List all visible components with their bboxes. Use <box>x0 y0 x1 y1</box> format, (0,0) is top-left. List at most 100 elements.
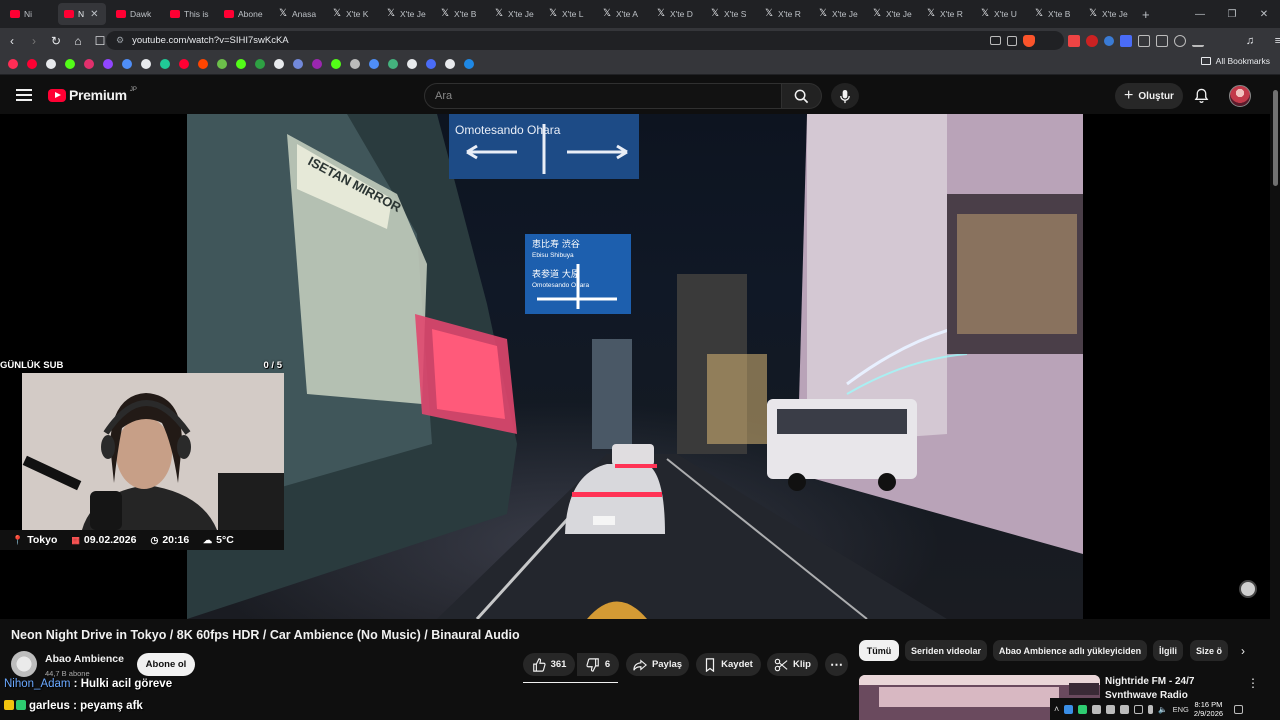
like-button[interactable]: 361 <box>523 653 575 676</box>
bookmark-favicon[interactable] <box>8 58 18 69</box>
filter-chip[interactable]: Seriden videolar <box>905 640 987 661</box>
link-icon[interactable] <box>1174 34 1186 47</box>
filter-chip[interactable]: İlgili <box>1153 640 1183 661</box>
back-button[interactable]: ‹ <box>2 31 22 51</box>
bookmark-favicon[interactable] <box>464 58 474 69</box>
bookmark-favicon[interactable] <box>122 58 132 69</box>
url-field[interactable]: ⚙ youtube.com/watch?v=SIHI7swKcKA <box>106 31 1064 50</box>
bookmark-favicon[interactable] <box>407 58 417 69</box>
menu-icon[interactable]: ≡ <box>1268 31 1280 51</box>
browser-tab[interactable]: 𝕏 X'te S <box>704 3 754 25</box>
create-button[interactable]: + Oluştur <box>1115 83 1183 109</box>
notification-center-icon[interactable] <box>1234 704 1244 714</box>
volume-icon[interactable]: 🔈 <box>1158 705 1167 714</box>
filter-chip[interactable]: Size ö <box>1190 640 1228 661</box>
download-icon[interactable] <box>1192 35 1204 47</box>
search-button[interactable] <box>782 83 822 109</box>
bookmark-favicon[interactable] <box>217 58 227 69</box>
assistant-bubble-icon[interactable] <box>1239 580 1257 598</box>
browser-tab[interactable]: 𝕏 X'te R <box>758 3 808 25</box>
browser-tab[interactable]: 𝕏 X'te B <box>1028 3 1078 25</box>
voice-search-button[interactable] <box>831 83 859 109</box>
microphone-tray-icon[interactable] <box>1148 704 1154 714</box>
browser-tab[interactable]: Ni <box>4 3 54 25</box>
sidebar-icon[interactable] <box>1156 34 1168 47</box>
bookmark-favicon[interactable] <box>179 58 189 69</box>
bookmark-favicon[interactable] <box>103 58 113 69</box>
filter-chip[interactable]: Tümü <box>859 640 899 661</box>
clock[interactable]: 8:16 PM 2/9/2026 <box>1194 700 1223 718</box>
more-actions-button[interactable]: ⋯ <box>825 653 848 676</box>
bookmark-favicon[interactable] <box>160 58 170 69</box>
home-button[interactable]: ⌂ <box>68 31 88 51</box>
browser-tab[interactable]: 𝕏 X'te A <box>596 3 646 25</box>
dislike-button[interactable]: 6 <box>577 653 619 676</box>
bookmark-favicon[interactable] <box>312 58 322 69</box>
tray-icon[interactable] <box>1078 704 1088 714</box>
browser-tab[interactable]: 𝕏 X'te U <box>974 3 1024 25</box>
bookmark-favicon[interactable] <box>255 58 265 69</box>
chevron-up-icon[interactable]: ˄ <box>1054 704 1059 714</box>
bookmark-favicon[interactable] <box>198 58 208 69</box>
bookmark-favicon[interactable] <box>331 58 341 69</box>
browser-tab[interactable]: 𝕏 X'te L <box>542 3 592 25</box>
browser-tab[interactable]: 𝕏 X'te Je <box>380 3 430 25</box>
notifications-button[interactable] <box>1191 86 1211 106</box>
bookmark-favicon[interactable] <box>388 58 398 69</box>
browser-tab[interactable]: 𝕏 X'te D <box>650 3 700 25</box>
browser-tab[interactable]: 𝕏 X'te R <box>920 3 970 25</box>
video-frame[interactable]: ISETAN MIRROR Omotesando Ohara 恵比寿 渋谷 Eb… <box>187 114 1083 619</box>
browser-tab[interactable]: 𝕏 X'te Je <box>488 3 538 25</box>
scrollbar-thumb[interactable] <box>1273 90 1278 186</box>
bookmark-favicon[interactable] <box>350 58 360 69</box>
channel-avatar[interactable] <box>11 651 37 677</box>
guide-menu-icon[interactable] <box>16 87 32 103</box>
language-indicator[interactable]: ENG <box>1173 705 1189 714</box>
network-icon[interactable] <box>1134 704 1144 714</box>
channel-name[interactable]: Abao Ambience <box>45 653 124 665</box>
bookmark-favicon[interactable] <box>236 58 246 69</box>
browser-tab[interactable]: 𝕏 X'te Je <box>1082 3 1132 25</box>
bookmark-favicon[interactable] <box>445 58 455 69</box>
tray-icon[interactable] <box>1120 704 1130 714</box>
site-info-icon[interactable]: ⚙ <box>116 35 124 46</box>
extension-icon[interactable] <box>1120 34 1132 47</box>
browser-tab[interactable]: 𝕏 X'te Je <box>866 3 916 25</box>
puzzle-icon[interactable] <box>1138 34 1150 47</box>
close-tab-icon[interactable]: ✕ <box>90 9 98 20</box>
browser-tab[interactable]: 𝕏 X'te K <box>326 3 376 25</box>
bookmark-favicon[interactable] <box>84 58 94 69</box>
clip-button[interactable]: Klip <box>767 653 818 676</box>
reload-button[interactable]: ↻ <box>46 31 66 51</box>
minimize-button[interactable]: — <box>1184 0 1216 28</box>
browser-tab[interactable]: Dawk <box>110 3 160 25</box>
filter-chip[interactable]: Abao Ambience adlı yükleyiciden <box>993 640 1147 661</box>
tray-icon[interactable] <box>1064 704 1074 714</box>
youtube-premium-logo[interactable]: Premium JP <box>48 87 137 103</box>
new-tab-button[interactable]: + <box>1136 3 1156 25</box>
browser-tab[interactable]: N ✕ <box>58 3 106 25</box>
page-scrollbar[interactable] <box>1270 78 1280 720</box>
restore-button[interactable]: ❐ <box>1216 0 1248 28</box>
cast-icon[interactable] <box>990 36 1001 45</box>
extension-icon[interactable] <box>1086 34 1098 47</box>
browser-tab[interactable]: Abone <box>218 3 268 25</box>
bookmark-favicon[interactable] <box>46 58 56 69</box>
account-avatar[interactable] <box>1229 85 1251 107</box>
tray-icon[interactable] <box>1092 704 1102 714</box>
bookmark-favicon[interactable] <box>141 58 151 69</box>
more-vertical-icon[interactable]: ⋮ <box>1247 676 1259 690</box>
browser-tab[interactable]: 𝕏 X'te Je <box>812 3 862 25</box>
chevron-right-icon[interactable]: › <box>1234 642 1252 660</box>
extension-icon[interactable] <box>1104 35 1114 46</box>
browser-tab[interactable]: 𝕏 Anasa <box>272 3 322 25</box>
browser-tab[interactable]: 𝕏 X'te B <box>434 3 484 25</box>
save-button[interactable]: Kaydet <box>696 653 761 676</box>
all-bookmarks-button[interactable]: All Bookmarks <box>1200 56 1270 66</box>
bookmark-favicon[interactable] <box>369 58 379 69</box>
subscribe-button[interactable]: Abone ol <box>137 653 195 676</box>
share-button[interactable]: Paylaş <box>626 653 689 676</box>
tray-icon[interactable] <box>1106 704 1116 714</box>
extension-icon[interactable] <box>1068 34 1080 47</box>
search-input[interactable]: Ara <box>424 83 782 109</box>
